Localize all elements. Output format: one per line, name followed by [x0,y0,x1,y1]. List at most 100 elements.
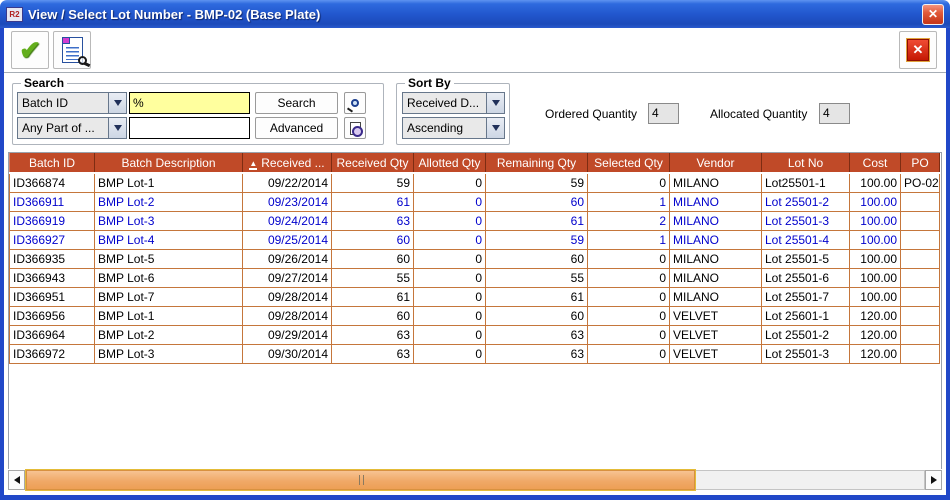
cell-batch-id[interactable]: ID366943 [10,268,95,287]
advanced-button[interactable]: Advanced [255,117,338,139]
sort-direction-dropdown[interactable]: Ascending [402,117,505,139]
cell-selected-qty[interactable]: 0 [588,306,670,325]
table-row[interactable]: ID366956BMP Lot-109/28/2014600600VELVETL… [10,306,940,325]
cell-received-qty[interactable]: 60 [332,306,414,325]
cell-cost[interactable]: 100.00 [850,268,901,287]
cell-remaining-qty[interactable]: 59 [486,173,588,192]
cell-remaining-qty[interactable]: 60 [486,306,588,325]
cell-cost[interactable]: 100.00 [850,173,901,192]
cell-lot-no[interactable]: Lot 25501-6 [762,268,850,287]
chevron-down-icon[interactable] [108,118,126,138]
cell-selected-qty[interactable]: 1 [588,192,670,211]
cell-batch-id[interactable]: ID366935 [10,249,95,268]
cell-batch-description[interactable]: BMP Lot-4 [95,230,243,249]
cell-vendor[interactable]: MILANO [670,249,762,268]
cell-cost[interactable]: 100.00 [850,287,901,306]
cell-received[interactable]: 09/30/2014 [243,344,332,363]
cell-received-qty[interactable]: 59 [332,173,414,192]
chevron-down-icon[interactable] [486,118,504,138]
cell-received[interactable]: 09/26/2014 [243,249,332,268]
column-header-po[interactable]: PO [901,153,940,173]
cell-received-qty[interactable]: 63 [332,211,414,230]
cell-cost[interactable]: 120.00 [850,344,901,363]
part-search-input[interactable] [129,117,250,139]
cell-batch-id[interactable]: ID366919 [10,211,95,230]
cell-lot-no[interactable]: Lot 25501-2 [762,192,850,211]
search-input[interactable] [129,92,250,114]
cell-batch-description[interactable]: BMP Lot-2 [95,325,243,344]
cell-selected-qty[interactable]: 0 [588,344,670,363]
cell-remaining-qty[interactable]: 61 [486,287,588,306]
accept-button[interactable]: ✔ [11,31,49,69]
cell-received-qty[interactable]: 63 [332,344,414,363]
cell-allotted-qty[interactable]: 0 [414,230,486,249]
table-row[interactable]: ID366951BMP Lot-709/28/2014610610MILANOL… [10,287,940,306]
cell-received[interactable]: 09/23/2014 [243,192,332,211]
chevron-down-icon[interactable] [108,93,126,113]
cell-po[interactable] [901,287,940,306]
cell-received[interactable]: 09/22/2014 [243,173,332,192]
cell-received[interactable]: 09/29/2014 [243,325,332,344]
cell-lot-no[interactable]: Lot25501-1 [762,173,850,192]
scrollbar-track[interactable] [25,470,925,490]
cell-received[interactable]: 09/27/2014 [243,268,332,287]
cell-allotted-qty[interactable]: 0 [414,306,486,325]
cell-selected-qty[interactable]: 0 [588,249,670,268]
search-field-dropdown[interactable]: Batch ID [17,92,127,114]
cell-lot-no[interactable]: Lot 25501-3 [762,211,850,230]
cell-selected-qty[interactable]: 1 [588,230,670,249]
cell-received-qty[interactable]: 61 [332,192,414,211]
cell-allotted-qty[interactable]: 0 [414,344,486,363]
column-header-selected-qty[interactable]: Selected Qty [588,153,670,173]
cell-received[interactable]: 09/25/2014 [243,230,332,249]
column-header-cost[interactable]: Cost [850,153,901,173]
cell-received-qty[interactable]: 61 [332,287,414,306]
cell-batch-id[interactable]: ID366911 [10,192,95,211]
column-header-remaining-qty[interactable]: Remaining Qty [486,153,588,173]
table-row[interactable]: ID366935BMP Lot-509/26/2014600600MILANOL… [10,249,940,268]
cell-remaining-qty[interactable]: 59 [486,230,588,249]
scrollbar-thumb[interactable] [26,470,695,490]
table-row[interactable]: ID366943BMP Lot-609/27/2014550550MILANOL… [10,268,940,287]
sort-column-dropdown[interactable]: Received D... [402,92,505,114]
cell-allotted-qty[interactable]: 0 [414,268,486,287]
cell-po[interactable] [901,249,940,268]
cell-received[interactable]: 09/28/2014 [243,306,332,325]
cell-batch-description[interactable]: BMP Lot-6 [95,268,243,287]
cell-vendor[interactable]: VELVET [670,306,762,325]
cell-vendor[interactable]: MILANO [670,268,762,287]
cell-batch-id[interactable]: ID366964 [10,325,95,344]
cell-lot-no[interactable]: Lot 25601-1 [762,306,850,325]
table-row[interactable]: ID366972BMP Lot-309/30/2014630630VELVETL… [10,344,940,363]
cell-batch-id[interactable]: ID366927 [10,230,95,249]
quick-search-icon-button[interactable] [344,92,366,114]
cell-selected-qty[interactable]: 0 [588,325,670,344]
cell-po[interactable] [901,192,940,211]
cell-received[interactable]: 09/24/2014 [243,211,332,230]
cell-po[interactable] [901,268,940,287]
cell-allotted-qty[interactable]: 0 [414,325,486,344]
cell-remaining-qty[interactable]: 61 [486,211,588,230]
cell-lot-no[interactable]: Lot 25501-5 [762,249,850,268]
chevron-down-icon[interactable] [486,93,504,113]
cell-received-qty[interactable]: 63 [332,325,414,344]
cell-selected-qty[interactable]: 0 [588,268,670,287]
table-row[interactable]: ID366911BMP Lot-209/23/2014610601MILANOL… [10,192,940,211]
cell-allotted-qty[interactable]: 0 [414,192,486,211]
cell-batch-description[interactable]: BMP Lot-3 [95,211,243,230]
cell-remaining-qty[interactable]: 55 [486,268,588,287]
cell-lot-no[interactable]: Lot 25501-3 [762,344,850,363]
cell-po[interactable] [901,211,940,230]
horizontal-scrollbar[interactable] [8,470,942,490]
table-row[interactable]: ID366874BMP Lot-109/22/2014590590MILANOL… [10,173,940,192]
preview-button[interactable] [53,31,91,69]
cell-remaining-qty[interactable]: 60 [486,192,588,211]
cell-received-qty[interactable]: 60 [332,249,414,268]
cell-batch-description[interactable]: BMP Lot-5 [95,249,243,268]
table-row[interactable]: ID366919BMP Lot-309/24/2014630612MILANOL… [10,211,940,230]
cell-batch-description[interactable]: BMP Lot-7 [95,287,243,306]
titlebar[interactable]: R2 View / Select Lot Number - BMP-02 (Ba… [0,0,950,28]
cell-cost[interactable]: 100.00 [850,249,901,268]
exit-button[interactable]: ✕ [899,31,937,69]
cell-allotted-qty[interactable]: 0 [414,287,486,306]
